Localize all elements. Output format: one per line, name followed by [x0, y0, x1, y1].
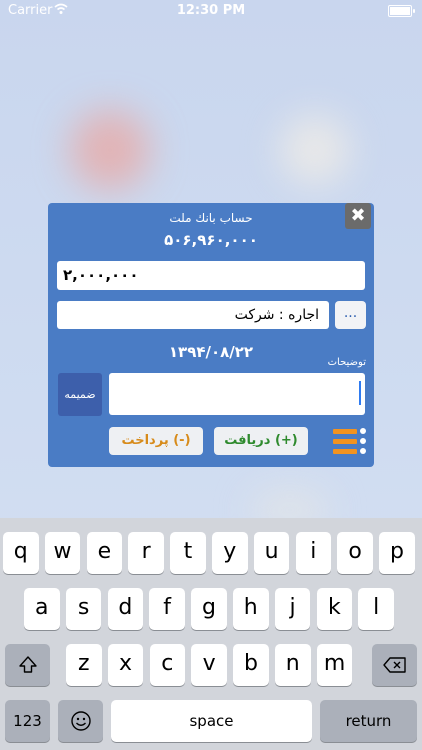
return-key[interactable]: return [320, 700, 417, 742]
letter-key[interactable]: n [275, 644, 311, 686]
letter-key[interactable]: q [3, 532, 39, 574]
letter-key[interactable]: c [149, 644, 186, 686]
letter-key[interactable]: s [65, 588, 102, 630]
account-balance: ۵۰۶,۹۶۰,۰۰۰ [164, 231, 258, 249]
letter-key[interactable]: t [170, 532, 206, 574]
shift-key[interactable] [5, 644, 50, 686]
date-label[interactable]: ۱۳۹۴/۰۸/۲۲ [48, 343, 374, 361]
status-bar: Carrier 12:30 PM [0, 0, 422, 22]
letter-key[interactable]: x [107, 644, 144, 686]
shift-icon [18, 656, 37, 673]
background-blur-white [280, 115, 350, 185]
text-cursor [359, 381, 361, 405]
letter-key[interactable]: j [274, 588, 311, 630]
category-more-button[interactable]: ... [335, 301, 366, 329]
backspace-icon [382, 657, 406, 673]
letter-key[interactable]: o [337, 532, 373, 574]
list-icon-dot [360, 438, 366, 444]
emoji-icon [70, 711, 91, 731]
space-key[interactable]: space [111, 700, 312, 742]
list-icon-dot [360, 448, 366, 454]
category-field[interactable]: اجاره : شرکت [57, 301, 329, 329]
letter-key[interactable]: z [66, 644, 102, 686]
attach-button[interactable]: ضمیمه [58, 373, 102, 416]
letter-key[interactable]: f [149, 588, 185, 630]
battery-icon [388, 5, 415, 17]
account-title: حساب بانك ملت [169, 211, 253, 225]
letter-key[interactable]: e [86, 532, 123, 574]
pay-button[interactable]: پرداخت (-) [109, 427, 203, 455]
letter-key[interactable]: g [191, 588, 227, 630]
receive-button[interactable]: دریافت (+) [214, 427, 308, 455]
emoji-key[interactable] [58, 700, 103, 742]
list-icon-bar [333, 439, 357, 444]
letter-key[interactable]: h [233, 588, 269, 630]
background-blur-red [70, 110, 150, 190]
backspace-key[interactable] [372, 644, 417, 686]
letter-key[interactable]: i [295, 532, 332, 574]
letter-key[interactable]: d [107, 588, 144, 630]
letter-key[interactable]: v [191, 644, 227, 686]
transaction-dialog: ✖ حساب بانك ملت ۵۰۶,۹۶۰,۰۰۰ ۲,۰۰۰,۰۰۰ اج… [48, 203, 374, 467]
letter-key[interactable]: l [358, 588, 394, 630]
letter-key[interactable]: y [212, 532, 248, 574]
list-icon-dot [360, 428, 366, 434]
notes-input[interactable] [109, 373, 365, 415]
list-icon[interactable] [333, 427, 367, 457]
numbers-key[interactable]: 123 [5, 700, 50, 742]
amount-input[interactable]: ۲,۰۰۰,۰۰۰ [57, 261, 365, 290]
letter-key[interactable]: u [253, 532, 290, 574]
notes-label: توضیحات [327, 357, 366, 368]
clock: 12:30 PM [176, 3, 246, 18]
letter-key[interactable]: p [379, 532, 415, 574]
letter-key[interactable]: r [128, 532, 164, 574]
letter-key[interactable]: a [24, 588, 60, 630]
letter-key[interactable]: k [316, 588, 353, 630]
keyboard: qwertyuiop asdfghjkl zxcvbnm 123 space r… [0, 518, 422, 750]
letter-key[interactable]: m [316, 644, 353, 686]
list-icon-bar [333, 449, 357, 454]
letter-key[interactable]: w [44, 532, 81, 574]
letter-key[interactable]: b [233, 644, 269, 686]
list-icon-bar [333, 429, 357, 434]
